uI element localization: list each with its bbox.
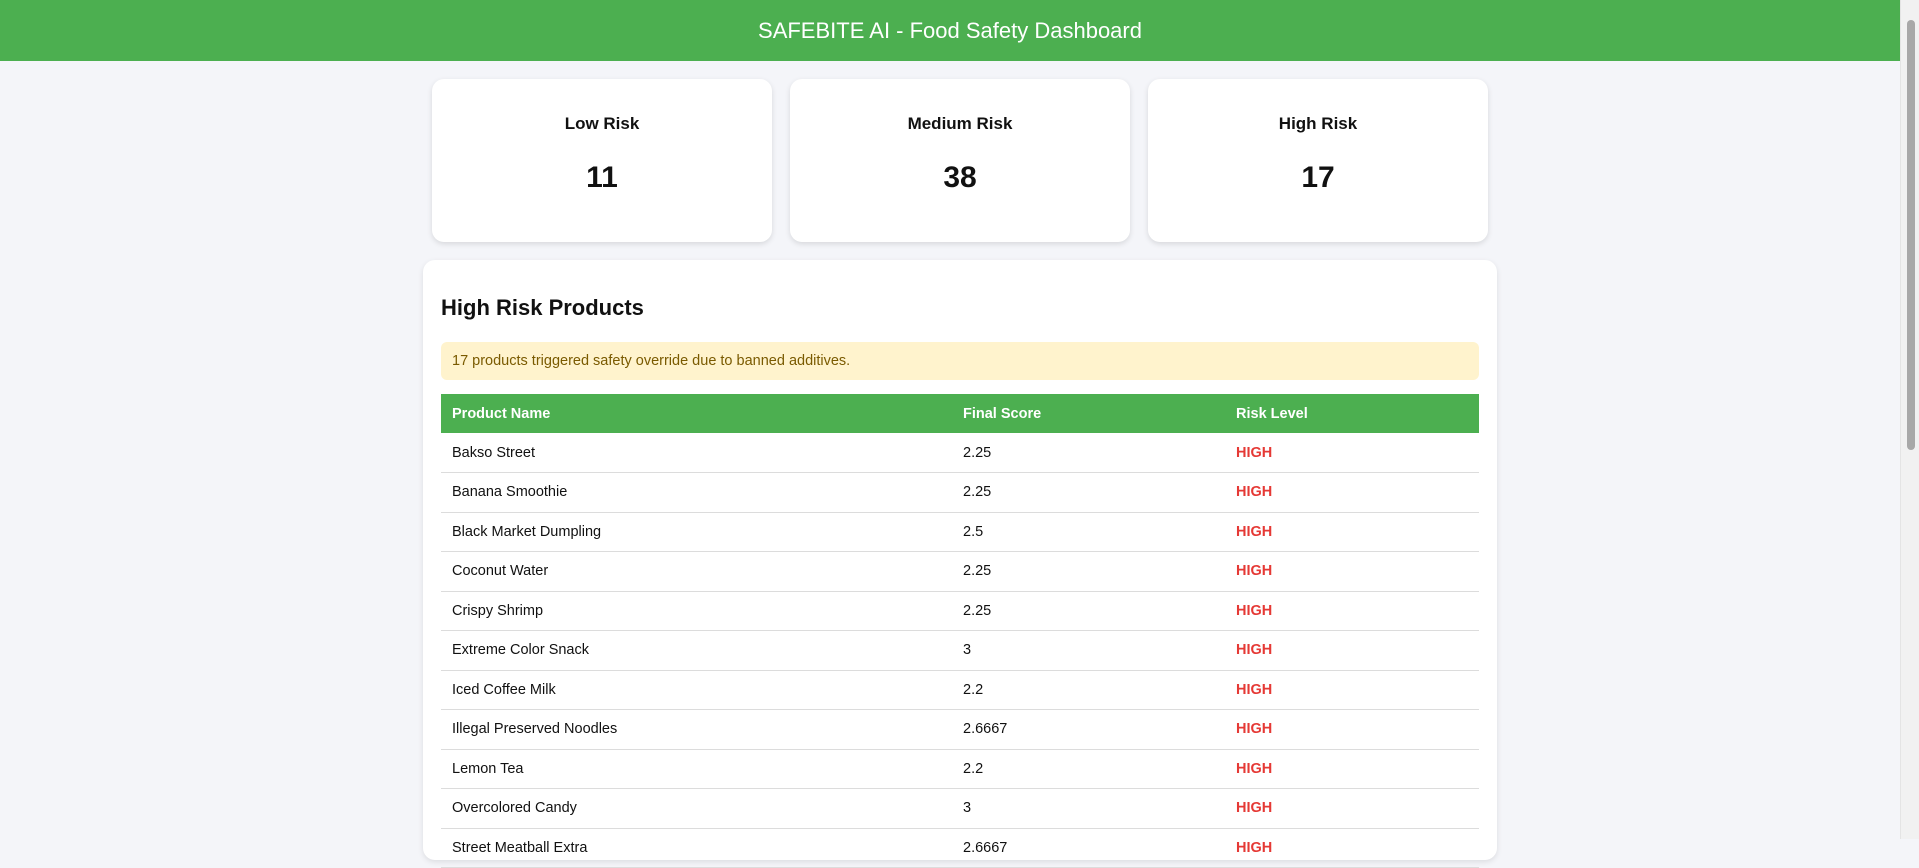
final-score-cell: 2.2 bbox=[952, 670, 1225, 710]
product-name-cell: Illegal Preserved Noodles bbox=[441, 709, 952, 750]
product-name-cell: Extreme Color Snack bbox=[441, 630, 952, 671]
risk-summary-cards: Low Risk 11 Medium Risk 38 High Risk 17 bbox=[432, 79, 1488, 242]
product-name-cell: Crispy Shrimp bbox=[441, 591, 952, 631]
table-row: Crispy Shrimp 2.25 HIGH bbox=[441, 591, 1479, 631]
table-row: Banana Smoothie 2.25 HIGH bbox=[441, 472, 1479, 513]
risk-level-cell: HIGH bbox=[1225, 670, 1479, 710]
final-score-cell: 2.25 bbox=[952, 591, 1225, 631]
app-header: SAFEBITE AI - Food Safety Dashboard bbox=[0, 0, 1900, 61]
final-score-cell: 2.25 bbox=[952, 433, 1225, 473]
table-row: Overcolored Candy 3 HIGH bbox=[441, 788, 1479, 829]
final-score-cell: 2.6667 bbox=[952, 828, 1225, 868]
table-row: Lemon Tea 2.2 HIGH bbox=[441, 749, 1479, 789]
section-title: High Risk Products bbox=[441, 295, 644, 320]
override-alert: 17 products triggered safety override du… bbox=[441, 342, 1479, 380]
final-score-cell: 3 bbox=[952, 630, 1225, 671]
final-score-cell: 2.6667 bbox=[952, 709, 1225, 750]
high-risk-products-panel: High Risk Products 17 products triggered… bbox=[423, 260, 1497, 868]
product-name-cell: Overcolored Candy bbox=[441, 788, 952, 829]
final-score-cell: 2.25 bbox=[952, 472, 1225, 513]
column-header-risk-level: Risk Level bbox=[1236, 405, 1308, 422]
final-score-cell: 2.5 bbox=[952, 512, 1225, 552]
column-header-final-score: Final Score bbox=[963, 405, 1042, 422]
low-risk-label: Low Risk bbox=[564, 114, 640, 133]
product-name-cell: Bakso Street bbox=[441, 433, 952, 473]
table-row: Extreme Color Snack 3 HIGH bbox=[441, 630, 1479, 671]
risk-level-cell: HIGH bbox=[1225, 512, 1479, 552]
medium-risk-count: 38 bbox=[943, 161, 977, 194]
risk-level-cell: HIGH bbox=[1225, 709, 1479, 750]
page-title: SAFEBITE AI - Food Safety Dashboard bbox=[758, 17, 1142, 43]
product-name-cell: Black Market Dumpling bbox=[441, 512, 952, 552]
high-risk-count: 17 bbox=[1301, 161, 1335, 194]
risk-level-cell: HIGH bbox=[1225, 749, 1479, 789]
medium-risk-card: Medium Risk 38 bbox=[790, 79, 1130, 242]
table-row: Street Meatball Extra 2.6667 HIGH bbox=[441, 828, 1479, 868]
low-risk-count: 11 bbox=[586, 161, 618, 194]
high-risk-products-table: Product Name Final Score Risk Level Baks… bbox=[441, 394, 1479, 868]
table-row: Illegal Preserved Noodles 2.6667 HIGH bbox=[441, 709, 1479, 750]
risk-level-cell: HIGH bbox=[1225, 433, 1479, 473]
risk-level-cell: HIGH bbox=[1225, 630, 1479, 671]
risk-level-cell: HIGH bbox=[1225, 788, 1479, 829]
risk-level-cell: HIGH bbox=[1225, 472, 1479, 513]
scrollbar-thumb[interactable] bbox=[1907, 20, 1915, 450]
product-name-cell: Coconut Water bbox=[441, 551, 952, 592]
final-score-cell: 2.2 bbox=[952, 749, 1225, 789]
product-name-cell: Lemon Tea bbox=[441, 749, 952, 789]
risk-level-cell: HIGH bbox=[1225, 591, 1479, 631]
alert-text: 17 products triggered safety override du… bbox=[452, 353, 851, 369]
table-row: Coconut Water 2.25 HIGH bbox=[441, 551, 1479, 592]
product-name-cell: Iced Coffee Milk bbox=[441, 670, 952, 710]
table-row: Black Market Dumpling 2.5 HIGH bbox=[441, 512, 1479, 552]
final-score-cell: 2.25 bbox=[952, 551, 1225, 592]
risk-level-cell: HIGH bbox=[1225, 551, 1479, 592]
medium-risk-label: Medium Risk bbox=[907, 114, 1013, 133]
low-risk-card: Low Risk 11 bbox=[432, 79, 772, 242]
final-score-cell: 3 bbox=[952, 788, 1225, 829]
table-row: Iced Coffee Milk 2.2 HIGH bbox=[441, 670, 1479, 710]
product-name-cell: Banana Smoothie bbox=[441, 472, 952, 513]
table-row: Bakso Street 2.25 HIGH bbox=[441, 433, 1479, 473]
high-risk-card: High Risk 17 bbox=[1148, 79, 1488, 242]
page-scrollbar[interactable] bbox=[1900, 0, 1919, 839]
column-header-product-name: Product Name bbox=[452, 405, 551, 422]
risk-level-cell: HIGH bbox=[1225, 828, 1479, 868]
product-name-cell: Street Meatball Extra bbox=[441, 828, 952, 868]
table-header-row: Product Name Final Score Risk Level bbox=[441, 394, 1479, 433]
high-risk-label: High Risk bbox=[1278, 114, 1358, 133]
